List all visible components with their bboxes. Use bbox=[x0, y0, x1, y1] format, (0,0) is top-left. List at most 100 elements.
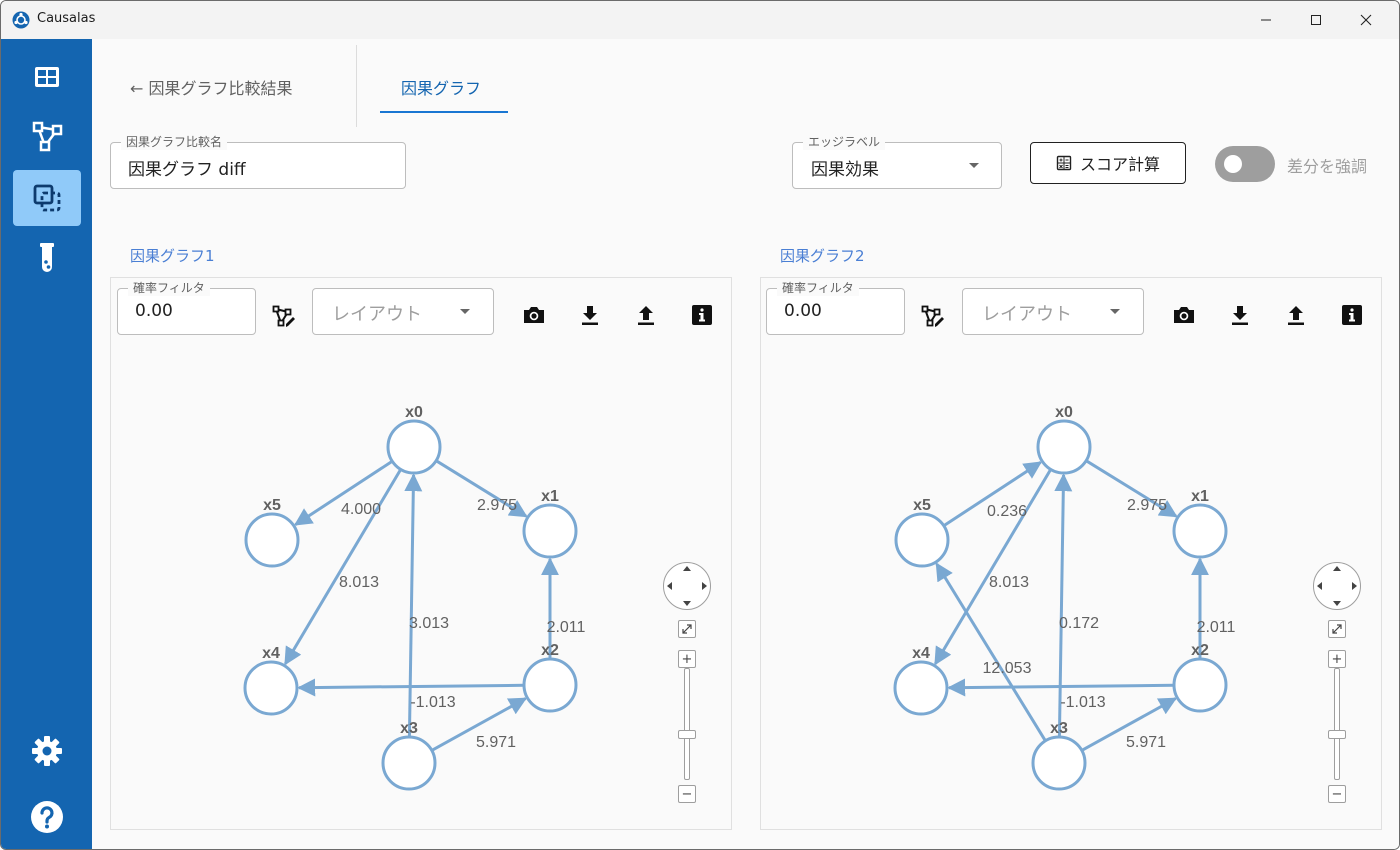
test-tube-icon bbox=[40, 243, 54, 272]
node-label-x5: x5 bbox=[263, 497, 281, 514]
node-label-x2: x2 bbox=[1191, 642, 1209, 659]
node-x2[interactable] bbox=[1172, 657, 1228, 713]
tab-active-indicator bbox=[380, 111, 508, 113]
node-label-x4: x4 bbox=[262, 645, 280, 662]
graph1-zoom-slider[interactable] bbox=[684, 668, 690, 780]
edge-x0-x4[interactable] bbox=[283, 468, 403, 666]
main-content: ← 因果グラフ比較結果 因果グラフ 因果グラフ比較名 因果グラフ diff エッ… bbox=[92, 39, 1399, 849]
tab-causal-graph[interactable]: 因果グラフ bbox=[401, 75, 481, 99]
causalas-logo-icon bbox=[12, 11, 30, 29]
tab-divider bbox=[356, 45, 357, 127]
pan-arrows-icon bbox=[1317, 566, 1357, 606]
gear-icon bbox=[32, 736, 62, 766]
minimize-icon bbox=[1261, 19, 1271, 21]
help-icon bbox=[31, 801, 63, 833]
edge-label-x2-x4: -1.013 bbox=[1060, 694, 1105, 711]
highlight-diff-toggle[interactable] bbox=[1215, 146, 1275, 182]
chevron-down-icon bbox=[969, 163, 979, 168]
edge-label-x0-x4: 8.013 bbox=[339, 574, 379, 591]
edge-x2-x4[interactable] bbox=[947, 678, 1175, 697]
graph1-zoom-handle[interactable] bbox=[678, 730, 696, 739]
graph2-fit-button[interactable] bbox=[1328, 620, 1346, 638]
edge-label-x3-x2: 5.971 bbox=[476, 734, 516, 751]
graph1-canvas[interactable]: 4.000 2.975 8.013 3.013 2.011 -1.013 5.971 x0 x1… bbox=[111, 278, 731, 829]
graph2-pan-control[interactable] bbox=[1313, 562, 1361, 610]
fit-expand-icon bbox=[1332, 624, 1342, 634]
sidebar-item-table[interactable] bbox=[13, 49, 81, 105]
comparison-name-field[interactable]: 因果グラフ比較名 因果グラフ diff bbox=[110, 134, 406, 189]
node-x3[interactable] bbox=[1031, 735, 1087, 791]
graph2-zoom-out-button[interactable]: − bbox=[1328, 785, 1346, 803]
edge-label-x0-x1: 2.975 bbox=[477, 497, 517, 514]
graph2-panel: 確率フィルタ 0.00 レイアウト 0.236 2.975 8.013 0.17… bbox=[760, 277, 1382, 830]
edge-label-x2-x4: -1.013 bbox=[410, 694, 455, 711]
edge-label-x2-x1: 2.011 bbox=[1197, 619, 1236, 636]
score-calc-label: スコア計算 bbox=[1079, 155, 1160, 174]
graph2-zoom-slider[interactable] bbox=[1334, 668, 1340, 780]
sidebar-item-settings[interactable] bbox=[13, 723, 81, 779]
node-x1[interactable] bbox=[1172, 503, 1228, 559]
graph2-canvas[interactable]: 0.236 2.975 8.013 0.172 2.011 12.053 -1.013 5.9… bbox=[761, 278, 1381, 829]
node-x4[interactable] bbox=[893, 660, 949, 716]
edge-label-x5-x0: 0.236 bbox=[987, 503, 1027, 520]
maximize-icon bbox=[1311, 15, 1321, 25]
node-label-x1: x1 bbox=[541, 488, 559, 505]
node-x3[interactable] bbox=[381, 735, 437, 791]
window-title: Causalas bbox=[37, 11, 96, 26]
fit-expand-icon bbox=[682, 624, 692, 634]
app-window: Causalas ← 因果グラフ比較結果 因果グラフ 因果グラフ比較名 因果グラ… bbox=[0, 0, 1400, 850]
node-label-x2: x2 bbox=[541, 642, 559, 659]
edge-label-x0-x5: 4.000 bbox=[341, 501, 381, 518]
edge-label-select[interactable]: エッジラベル 因果効果 bbox=[792, 134, 1002, 189]
table-icon bbox=[35, 67, 59, 87]
graph2-title: 因果グラフ2 bbox=[780, 247, 865, 265]
score-calc-button[interactable]: スコア計算 bbox=[1030, 142, 1186, 184]
graph1-panel: 確率フィルタ 0.00 レイアウト 4.000 2.975 8.013 3.01… bbox=[110, 277, 732, 830]
sidebar bbox=[1, 39, 92, 849]
node-label-x0: x0 bbox=[1055, 404, 1073, 421]
graph1-title: 因果グラフ1 bbox=[130, 247, 215, 265]
node-label-x1: x1 bbox=[1191, 488, 1209, 505]
edge-label-x3-x2: 5.971 bbox=[1126, 734, 1166, 751]
sidebar-item-help[interactable] bbox=[13, 789, 81, 845]
graph1-fit-button[interactable] bbox=[678, 620, 696, 638]
edge-label-label: エッジラベル bbox=[803, 134, 886, 150]
node-x1[interactable] bbox=[522, 503, 578, 559]
sidebar-item-experiment[interactable] bbox=[13, 230, 81, 286]
title-bar: Causalas bbox=[1, 1, 1399, 39]
node-label-x0: x0 bbox=[405, 404, 423, 421]
edge-label-x3-x0: 3.013 bbox=[409, 615, 449, 632]
node-label-x4: x4 bbox=[912, 645, 930, 662]
edge-label-x2-x1: 2.011 bbox=[547, 619, 586, 636]
toggle-thumb bbox=[1224, 155, 1242, 173]
graph1-zoom-in-button[interactable]: + bbox=[678, 650, 696, 668]
node-x2[interactable] bbox=[522, 657, 578, 713]
edge-label-x0-x4: 8.013 bbox=[989, 574, 1029, 591]
compare-icon bbox=[33, 184, 61, 212]
sidebar-item-graph-compare[interactable] bbox=[13, 170, 81, 226]
edge-label-x3-x5: 12.053 bbox=[983, 660, 1032, 677]
comparison-name-label: 因果グラフ比較名 bbox=[121, 134, 228, 150]
maximize-button[interactable] bbox=[1291, 1, 1341, 39]
node-label-x3: x3 bbox=[400, 720, 418, 737]
edge-x2-x4[interactable] bbox=[297, 678, 525, 697]
node-x4[interactable] bbox=[243, 660, 299, 716]
pan-arrows-icon bbox=[667, 566, 707, 606]
tab-back-comparison-results[interactable]: ← 因果グラフ比較結果 bbox=[130, 75, 293, 99]
sidebar-item-causal-graph[interactable] bbox=[13, 109, 81, 165]
graph2-zoom-in-button[interactable]: + bbox=[1328, 650, 1346, 668]
edge-label-x0-x1: 2.975 bbox=[1127, 497, 1167, 514]
edge-x0-x4[interactable] bbox=[933, 468, 1053, 666]
minimize-button[interactable] bbox=[1241, 1, 1291, 39]
node-x0[interactable] bbox=[386, 419, 442, 475]
graph1-pan-control[interactable] bbox=[663, 562, 711, 610]
highlight-diff-label: 差分を強調 bbox=[1287, 157, 1368, 176]
node-x5[interactable] bbox=[894, 512, 950, 568]
node-label-x5: x5 bbox=[913, 497, 931, 514]
graph-icon bbox=[32, 121, 63, 152]
node-x0[interactable] bbox=[1036, 419, 1092, 475]
close-button[interactable] bbox=[1341, 1, 1391, 39]
node-x5[interactable] bbox=[244, 512, 300, 568]
graph1-zoom-out-button[interactable]: − bbox=[678, 785, 696, 803]
graph2-zoom-handle[interactable] bbox=[1328, 730, 1346, 739]
